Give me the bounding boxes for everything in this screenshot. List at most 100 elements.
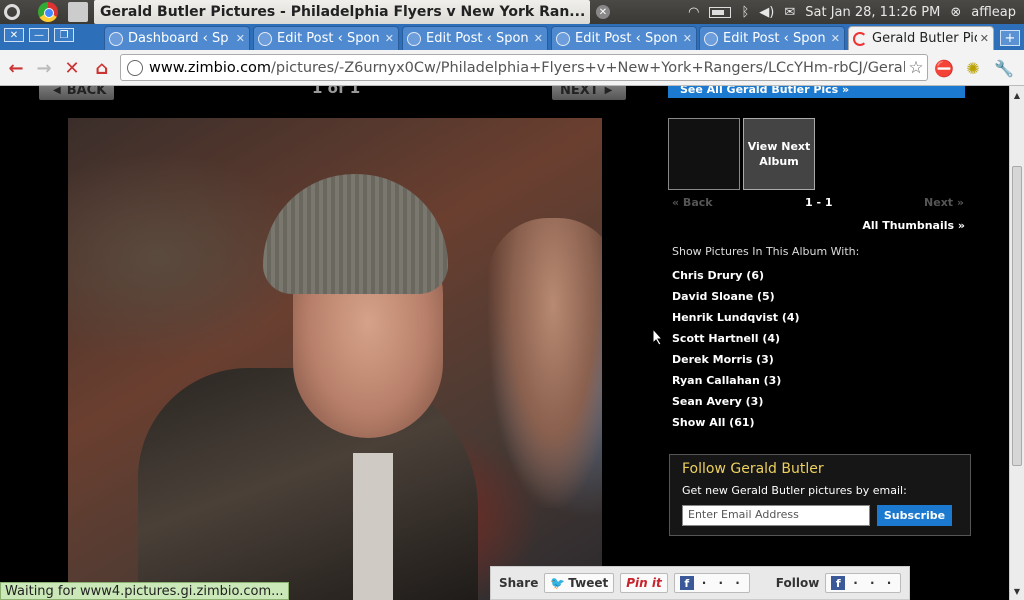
tab-edit-post-1[interactable]: Edit Post ‹ Spon ✕: [253, 26, 399, 50]
follow-count: · · ·: [853, 576, 896, 590]
clock[interactable]: Sat Jan 28, 11:26 PM: [805, 5, 940, 20]
tab-title: Edit Post ‹ Spon: [575, 31, 678, 46]
scroll-up-arrow-icon[interactable]: ▲: [1010, 88, 1024, 102]
tab-edit-post-4[interactable]: Edit Post ‹ Spon ✕: [699, 26, 845, 50]
window-close-icon[interactable]: ✕: [596, 5, 610, 19]
wordpress-favicon-icon: [258, 31, 272, 46]
tab-close-icon[interactable]: ✕: [236, 32, 245, 45]
view-next-album-button[interactable]: View Next Album: [743, 118, 815, 190]
volume-icon[interactable]: ◀): [759, 5, 774, 20]
scrollbar-thumb[interactable]: [1012, 166, 1022, 466]
photo-counter: 1 of 1: [312, 86, 361, 97]
wordpress-favicon-icon: [556, 31, 570, 46]
restore-window-button[interactable]: ❐: [54, 28, 74, 42]
url-path: /pictures/-Z6urnyx0Cw/Philadelphia+Flyer…: [271, 59, 905, 76]
wifi-icon[interactable]: ◠: [688, 5, 699, 20]
url-domain: www.zimbio.com: [149, 59, 272, 76]
facebook-count: · · ·: [701, 576, 744, 590]
wrench-menu-icon[interactable]: 🔧: [994, 58, 1014, 78]
home-icon[interactable]: ⌂: [92, 58, 112, 79]
share-label: Share: [499, 576, 539, 590]
email-field[interactable]: Enter Email Address: [682, 505, 870, 526]
filter-link[interactable]: Derek Morris (3): [672, 353, 800, 374]
loading-spinner-icon: [853, 31, 867, 46]
filter-link[interactable]: Henrik Lundqvist (4): [672, 311, 800, 332]
new-tab-button[interactable]: +: [1000, 30, 1020, 46]
chrome-app-icon[interactable]: [38, 2, 58, 22]
back-label: BACK: [66, 86, 107, 98]
session-icon[interactable]: ⊗: [950, 5, 961, 20]
pin-it-button[interactable]: Pin it: [620, 573, 668, 593]
url-text[interactable]: www.zimbio.com/pictures/-Z6urnyx0Cw/Phil…: [149, 60, 905, 76]
all-thumbnails-link[interactable]: All Thumbnails »: [862, 219, 965, 232]
page-info-icon[interactable]: [127, 59, 143, 76]
tweet-button[interactable]: 🐦 Tweet: [544, 573, 615, 593]
gallery-back-button[interactable]: ◀ BACK: [39, 86, 115, 100]
tab-gerald-butler[interactable]: Gerald Butler Pic ✕: [848, 26, 994, 50]
ubuntu-logo-icon[interactable]: [0, 0, 24, 24]
facebook-share-button[interactable]: f · · ·: [673, 573, 750, 593]
tab-strip: ✕ — ❐ Dashboard ‹ Sp ✕ Edit Post ‹ Spon …: [0, 24, 1024, 50]
subscribe-button[interactable]: Subscribe: [877, 505, 952, 526]
pager-next-link[interactable]: Next »: [924, 196, 964, 209]
wordpress-favicon-icon: [704, 31, 718, 46]
tab-close-icon[interactable]: ✕: [534, 32, 543, 45]
tab-close-icon[interactable]: ✕: [683, 32, 692, 45]
page-content: ◀ BACK 1 of 1 NEXT ▶ See All Gerald Butl…: [0, 86, 1009, 600]
filter-link[interactable]: Ryan Callahan (3): [672, 374, 800, 395]
photo-shirt: [353, 453, 393, 600]
facebook-follow-button[interactable]: f · · ·: [825, 573, 902, 593]
tab-close-icon[interactable]: ✕: [831, 32, 840, 45]
close-window-button[interactable]: ✕: [4, 28, 24, 42]
wordpress-favicon-icon: [407, 31, 421, 46]
adblock-extension-icon[interactable]: ⛔: [934, 58, 954, 78]
follow-title: Follow Gerald Butler: [682, 461, 824, 477]
photo-beanie: [263, 174, 448, 294]
photo-background-person: [488, 218, 602, 508]
main-photo[interactable]: [68, 118, 602, 600]
show-all-link[interactable]: Show All (61): [672, 416, 800, 437]
filter-link[interactable]: Sean Avery (3): [672, 395, 800, 416]
tab-title: Edit Post ‹ Spon: [723, 31, 826, 46]
see-all-pics-link[interactable]: See All Gerald Butler Pics »: [668, 86, 965, 98]
album-pager: « Back 1 - 1 Next »: [672, 196, 964, 210]
tab-title: Gerald Butler Pic: [872, 31, 977, 46]
battery-icon[interactable]: [709, 6, 732, 18]
right-triangle-icon: ▶: [604, 86, 613, 96]
browser-toolbar: ← → ✕ ⌂ www.zimbio.com/pictures/-Z6urnyx…: [0, 50, 1024, 86]
active-window-title[interactable]: Gerald Butler Pictures - Philadelphia Fl…: [94, 0, 590, 24]
filter-link[interactable]: Scott Hartnell (4): [672, 332, 800, 353]
mail-icon[interactable]: ✉: [784, 5, 795, 20]
address-bar[interactable]: www.zimbio.com/pictures/-Z6urnyx0Cw/Phil…: [120, 54, 928, 81]
bluetooth-icon[interactable]: ᛒ: [741, 5, 749, 20]
person-filter-list: Chris Drury (6) David Sloane (5) Henrik …: [672, 269, 800, 437]
vertical-scrollbar[interactable]: ▲ ▼: [1009, 86, 1024, 600]
bookmark-star-icon[interactable]: ☆: [905, 58, 927, 78]
left-triangle-icon: ◀: [53, 86, 61, 96]
album-thumbnail[interactable]: [668, 118, 740, 190]
scroll-down-arrow-icon[interactable]: ▼: [1010, 584, 1024, 598]
tab-edit-post-2[interactable]: Edit Post ‹ Spon ✕: [402, 26, 548, 50]
extension-gear-icon[interactable]: ✺: [963, 58, 983, 78]
tab-close-icon[interactable]: ✕: [385, 32, 394, 45]
follow-panel: Follow Gerald Butler Get new Gerald Butl…: [669, 454, 971, 536]
pager-range: 1 - 1: [805, 196, 833, 209]
tab-edit-post-3[interactable]: Edit Post ‹ Spon ✕: [551, 26, 697, 50]
username[interactable]: affleap: [971, 5, 1016, 20]
pager-back-link[interactable]: « Back: [672, 196, 713, 209]
filter-link[interactable]: Chris Drury (6): [672, 269, 800, 290]
minimize-window-button[interactable]: —: [29, 28, 49, 42]
follow-label: Follow: [775, 576, 820, 590]
tab-dashboard[interactable]: Dashboard ‹ Sp ✕: [104, 26, 250, 50]
status-bubble: Waiting for www4.pictures.gi.zimbio.com.…: [0, 582, 289, 600]
system-panel: Gerald Butler Pictures - Philadelphia Fl…: [0, 0, 1024, 24]
text-editor-app-icon[interactable]: [68, 2, 88, 22]
filter-link[interactable]: David Sloane (5): [672, 290, 800, 311]
stop-loading-icon[interactable]: ✕: [62, 58, 82, 79]
gallery-next-button[interactable]: NEXT ▶: [552, 86, 627, 100]
tab-close-icon[interactable]: ✕: [980, 32, 989, 45]
forward-arrow-icon[interactable]: →: [34, 58, 54, 79]
back-arrow-icon[interactable]: ←: [6, 58, 26, 79]
tab-title: Dashboard ‹ Sp: [128, 31, 229, 46]
tweet-label: Tweet: [568, 576, 609, 590]
